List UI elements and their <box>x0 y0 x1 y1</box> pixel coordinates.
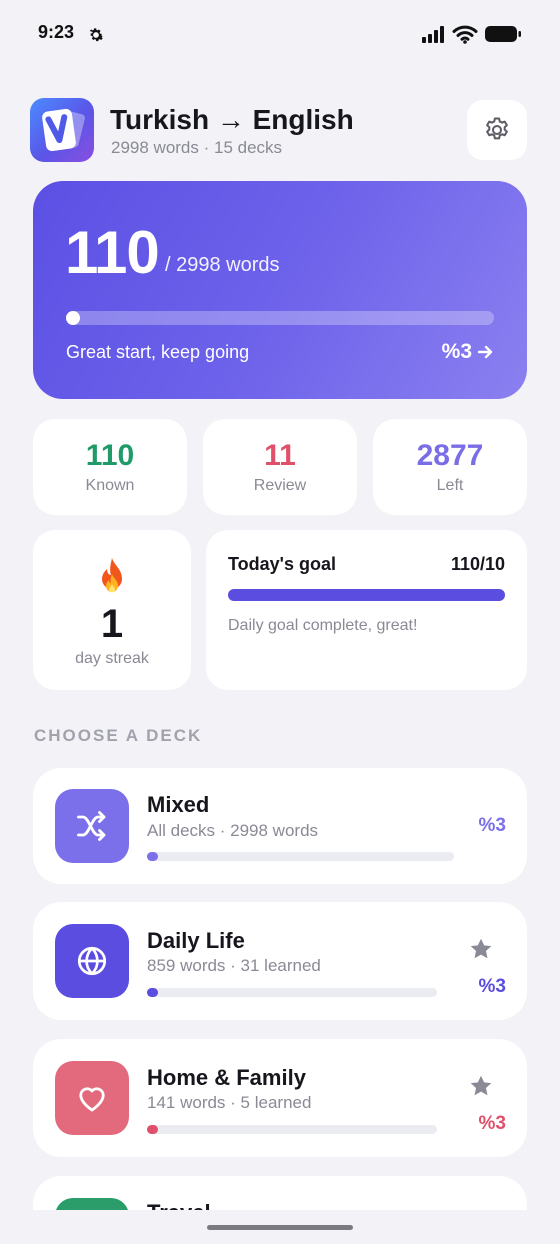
deck-card-daily-life[interactable]: Daily Life 859 words · 31 learned %3 <box>33 902 527 1020</box>
progress-percent-value: %3 <box>441 340 472 363</box>
deck-meta: 859 words · 31 learned <box>147 956 321 975</box>
known-words-count: 110 <box>65 219 160 286</box>
deck-percent: %3 <box>478 1113 506 1134</box>
cellular-signal-icon <box>422 26 444 43</box>
deck-percent: %3 <box>478 815 506 836</box>
app-logo-mark <box>42 108 85 152</box>
stat-review[interactable]: 11 Review <box>203 419 357 515</box>
deck-percent: %3 <box>478 976 506 997</box>
streak-card: 1 day streak <box>33 530 191 690</box>
deck-card-home-family[interactable]: Home & Family 141 words · 5 learned %3 <box>33 1039 527 1157</box>
stat-review-label: Review <box>253 477 307 494</box>
globe-icon <box>77 946 107 976</box>
battery-icon <box>485 26 521 42</box>
deck-progress-fill <box>147 852 158 861</box>
deck-name: Daily Life <box>147 928 245 953</box>
page-title: Turkish → English <box>110 104 354 135</box>
stat-known-label: Known <box>85 477 135 494</box>
goal-progress-bar <box>228 589 505 601</box>
deck-icon-daily-life <box>55 924 129 998</box>
deck-progress-fill <box>147 1125 158 1134</box>
streak-label: day streak <box>75 650 149 667</box>
stat-left-label: Left <box>436 477 464 494</box>
goal-title: Today's goal <box>228 554 336 574</box>
deck-name: Mixed <box>147 792 210 817</box>
deck-progress-bar <box>147 988 437 997</box>
total-words-label: / 2998 words <box>165 254 280 276</box>
streak-count: 1 <box>100 602 124 646</box>
wifi-icon <box>452 25 478 44</box>
goal-count: 110/10 <box>450 554 505 574</box>
heart-icon <box>79 1087 105 1112</box>
star-icon[interactable] <box>468 936 494 962</box>
arrow-right-icon <box>478 345 493 359</box>
home-indicator[interactable] <box>207 1225 353 1230</box>
overall-progress-fill <box>66 311 80 325</box>
stat-known-value: 110 <box>85 439 135 472</box>
deck-icon-mixed <box>55 789 129 863</box>
deck-card-mixed[interactable]: Mixed All decks · 2998 words %3 <box>33 768 527 884</box>
flame-icon <box>102 558 122 593</box>
gear-icon <box>89 28 104 42</box>
settings-button[interactable] <box>467 100 527 160</box>
app-logo <box>30 98 94 162</box>
stat-left-value: 2877 <box>416 439 484 472</box>
goal-message: Daily goal complete, great! <box>228 617 418 634</box>
deck-meta: All decks · 2998 words <box>147 821 319 840</box>
overall-progress-bar <box>66 311 494 325</box>
section-title: CHOOSE A DECK <box>34 726 203 745</box>
deck-progress-bar <box>147 1125 437 1134</box>
shuffle-icon <box>77 811 106 841</box>
deck-name: Home & Family <box>147 1065 306 1090</box>
progress-percent[interactable]: %3 <box>442 340 494 364</box>
deck-progress-fill <box>147 988 158 997</box>
star-icon[interactable] <box>468 1073 494 1099</box>
progress-message: Great start, keep going <box>66 342 250 362</box>
deck-icon-home-family <box>55 1061 129 1135</box>
stat-review-value: 11 <box>264 439 296 472</box>
gear-icon <box>486 117 508 140</box>
stat-known[interactable]: 110 Known <box>33 419 187 515</box>
progress-card[interactable]: 110 / 2998 words Great start, keep going… <box>33 181 527 399</box>
daily-goal-card[interactable]: Today's goal 110/10 Daily goal complete,… <box>206 530 527 690</box>
deck-meta: 141 words · 5 learned <box>147 1093 312 1112</box>
status-time: 9:23 <box>38 22 75 42</box>
deck-progress-bar <box>147 852 454 861</box>
goal-progress-fill <box>228 589 505 601</box>
stat-left[interactable]: 2877 Left <box>373 419 527 515</box>
page-subtitle: 2998 words · 15 decks <box>111 138 283 157</box>
status-bar: 9:23 <box>0 0 560 70</box>
